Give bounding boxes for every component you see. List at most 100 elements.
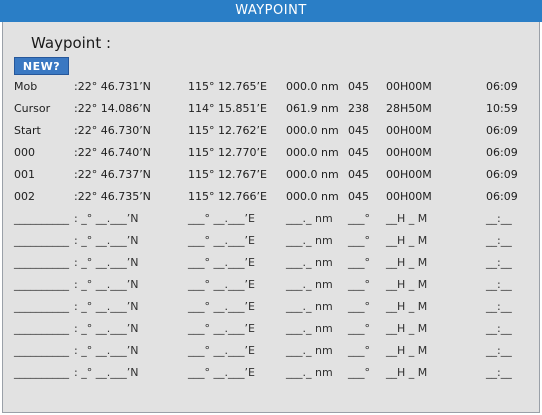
waypoint-bearing: 238 — [348, 102, 369, 115]
waypoint-latitude: :22° 46.730’N — [74, 124, 151, 137]
waypoint-latitude: :22° 46.731’N — [74, 80, 151, 93]
waypoint-eta: 10:59 — [486, 102, 518, 115]
new-waypoint-button[interactable]: NEW? — [14, 57, 69, 75]
waypoint-name: 002 — [14, 190, 35, 203]
waypoint-longitude: 114° 15.851’E — [188, 102, 267, 115]
empty-waypoint-row[interactable]: __________ : _° __.___’N ___° __.___’E ___.… — [3, 230, 541, 252]
waypoint-distance: ___._ nm — [286, 322, 333, 335]
waypoint-eta: __:__ — [486, 344, 512, 357]
waypoint-longitude: 115° 12.767’E — [188, 168, 267, 181]
waypoint-name: __________ — [14, 278, 69, 291]
waypoint-name: __________ — [14, 212, 69, 225]
waypoint-eta: 06:09 — [486, 190, 518, 203]
waypoint-bearing: ___° — [348, 322, 370, 335]
waypoint-name: __________ — [14, 322, 69, 335]
empty-waypoint-row[interactable]: __________: _° __.___’N ___° __.___’E ___.… — [3, 274, 541, 296]
waypoint-distance: 061.9 nm — [286, 102, 339, 115]
waypoint-name: Cursor — [14, 102, 51, 115]
waypoint-name: __________ — [14, 234, 69, 247]
waypoint-eta: __:__ — [486, 322, 512, 335]
waypoint-row[interactable]: Mob:22° 46.731’N 115° 12.765’E 000.0 nm 045… — [3, 76, 541, 98]
waypoint-distance: ___._ nm — [286, 212, 333, 225]
waypoint-bearing: ___° — [348, 300, 370, 313]
waypoint-longitude: ___° __.___’E — [188, 234, 255, 247]
waypoint-row[interactable]: 001 :22° 46.737’N 115° 12.767’E 000.0 nm 045… — [3, 164, 541, 186]
waypoint-name: Mob — [14, 80, 38, 93]
waypoint-longitude: ___° __.___’E — [188, 322, 255, 335]
waypoint-eta: __:__ — [486, 278, 512, 291]
waypoint-time-to-go: 00H00M — [386, 80, 432, 93]
empty-waypoint-row[interactable]: __________: _° __.___’N ___° __.___’E ___.… — [3, 252, 541, 274]
waypoint-latitude: : _° __.___’N — [74, 278, 139, 291]
waypoint-panel: Waypoint : NEW? Mob:22° 46.731’N 115° 12.… — [2, 22, 540, 413]
empty-waypoint-row[interactable]: __________: _° __.___’N ___° __.___’E ___.… — [3, 362, 541, 384]
waypoint-name: __________ — [14, 344, 69, 357]
empty-waypoint-row[interactable]: __________: _° __.___’N ___° __.___’E ___.… — [3, 318, 541, 340]
waypoint-distance: ___._ nm — [286, 344, 333, 357]
waypoint-longitude: 115° 12.765’E — [188, 80, 267, 93]
waypoint-time-to-go: __H _ M — [386, 322, 428, 335]
waypoint-row[interactable]: 002 :22° 46.735’N 115° 12.766’E 000.0 nm 045… — [3, 186, 541, 208]
waypoint-eta: __:__ — [486, 366, 512, 379]
waypoint-eta: __:__ — [486, 300, 512, 313]
waypoint-eta: 06:09 — [486, 80, 518, 93]
waypoint-row[interactable]: Start :22° 46.730’N 115° 12.762’E 000.0 nm 0… — [3, 120, 541, 142]
waypoint-distance: ___._ nm — [286, 256, 333, 269]
waypoint-distance: 000.0 nm — [286, 168, 339, 181]
waypoint-longitude: ___° __.___’E — [188, 212, 255, 225]
waypoint-distance: ___._ nm — [286, 366, 333, 379]
waypoint-row[interactable]: Cursor :22° 14.086’N 114° 15.851’E 061.9 nm… — [3, 98, 541, 120]
waypoint-distance: ___._ nm — [286, 278, 333, 291]
waypoint-eta: __:__ — [486, 256, 512, 269]
waypoint-window: WAYPOINT Waypoint : NEW? Mob:22° 46.731’… — [0, 0, 542, 415]
waypoint-distance: ___._ nm — [286, 300, 333, 313]
waypoint-eta: 06:09 — [486, 146, 518, 159]
waypoint-distance: 000.0 nm — [286, 146, 339, 159]
waypoint-name: __________ — [14, 300, 69, 313]
waypoint-time-to-go: __H _ M — [386, 366, 428, 379]
waypoint-longitude: ___° __.___’E — [188, 300, 255, 313]
waypoint-bearing: ___° — [348, 366, 370, 379]
waypoint-bearing: 045 — [348, 124, 369, 137]
waypoint-time-to-go: 28H50M — [386, 102, 432, 115]
waypoint-time-to-go: __H _ M — [386, 212, 428, 225]
waypoint-latitude: :22° 46.740’N — [74, 146, 151, 159]
waypoint-bearing: 045 — [348, 80, 369, 93]
waypoint-bearing: 045 — [348, 190, 369, 203]
waypoint-bearing: 045 — [348, 168, 369, 181]
waypoint-latitude: :22° 46.735’N — [74, 190, 151, 203]
waypoint-time-to-go: __H _ M — [386, 344, 428, 357]
waypoint-latitude: : _° __.___’N — [74, 256, 139, 269]
waypoint-name: 000 — [14, 146, 35, 159]
waypoint-distance: 000.0 nm — [286, 190, 339, 203]
waypoint-name: 001 — [14, 168, 35, 181]
waypoint-latitude: : _° __.___’N — [74, 344, 139, 357]
waypoint-latitude: :22° 14.086’N — [74, 102, 151, 115]
waypoint-distance: 000.0 nm — [286, 124, 339, 137]
waypoint-row[interactable]: 000:22° 46.740’N 115° 12.770’E 000.0 nm 045… — [3, 142, 541, 164]
waypoint-eta: 06:09 — [486, 168, 518, 181]
waypoint-eta: __:__ — [486, 212, 512, 225]
waypoint-longitude: ___° __.___’E — [188, 366, 255, 379]
waypoint-time-to-go: 00H00M — [386, 190, 432, 203]
waypoint-name: __________ — [14, 256, 69, 269]
waypoint-distance: ___._ nm — [286, 234, 333, 247]
waypoint-time-to-go: __H _ M — [386, 278, 428, 291]
waypoint-longitude: 115° 12.766’E — [188, 190, 267, 203]
waypoint-longitude: 115° 12.762’E — [188, 124, 267, 137]
waypoint-name: Start — [14, 124, 41, 137]
empty-waypoint-row[interactable]: __________: _° __.___’N ___° __.___’E ___.… — [3, 340, 541, 362]
waypoint-bearing: ___° — [348, 234, 370, 247]
waypoint-longitude: 115° 12.770’E — [188, 146, 267, 159]
waypoint-time-to-go: __H _ M — [386, 234, 428, 247]
waypoint-latitude: : _° __.___’N — [74, 300, 139, 313]
waypoint-latitude: : _° __.___’N — [74, 212, 139, 225]
waypoint-bearing: ___° — [348, 344, 370, 357]
waypoint-list: Mob :22° 46.731’N 115° 12.765’E 000.0 nm 045… — [3, 76, 541, 384]
waypoint-latitude: :22° 46.737’N — [74, 168, 151, 181]
empty-waypoint-row[interactable]: __________ : _° __.___’N ___° __.___’E ___.… — [3, 208, 541, 230]
waypoint-eta: __:__ — [486, 234, 512, 247]
waypoint-latitude: : _° __.___’N — [74, 234, 139, 247]
waypoint-bearing: ___° — [348, 256, 370, 269]
empty-waypoint-row[interactable]: __________ : _° __.___’N ___° __.___’E ___.… — [3, 296, 541, 318]
